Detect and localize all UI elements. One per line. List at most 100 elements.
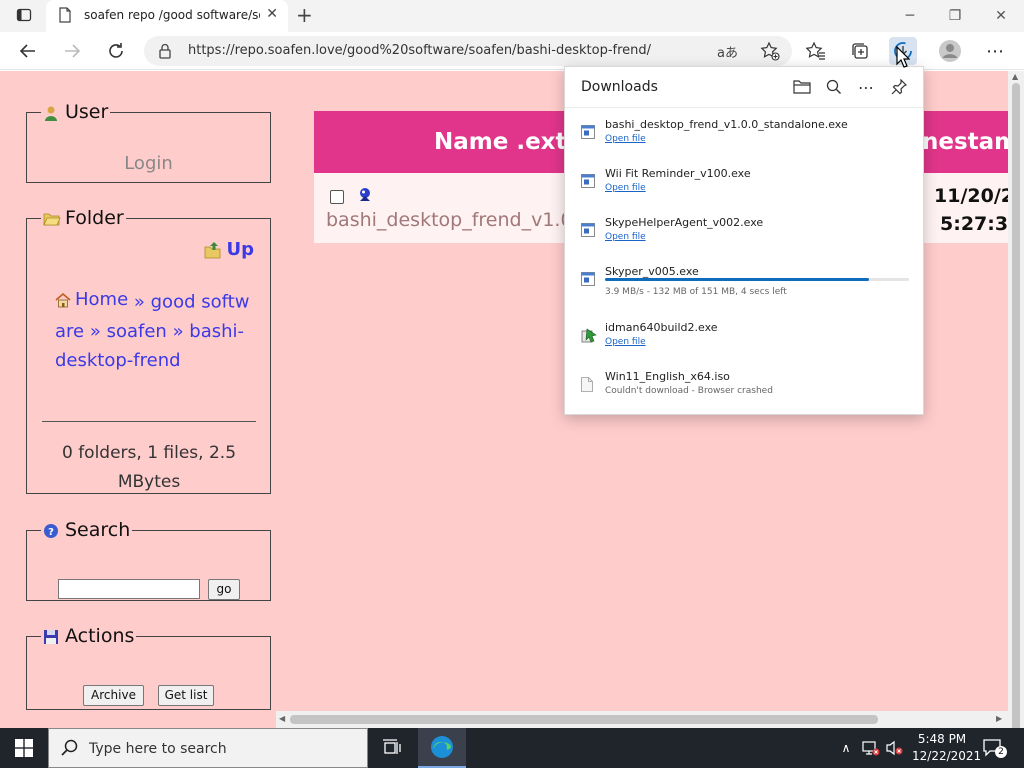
download-item-failed[interactable]: Win11_English_x64.iso Couldn't download … bbox=[565, 369, 923, 417]
search-icon[interactable] bbox=[824, 77, 844, 97]
windows-start-icon[interactable] bbox=[0, 728, 48, 768]
network-icon[interactable] bbox=[860, 728, 882, 768]
user-panel: User Login bbox=[26, 101, 271, 183]
open-folder-icon[interactable] bbox=[792, 77, 812, 97]
task-view-icon[interactable] bbox=[368, 728, 416, 768]
url-text[interactable]: https://repo.soafen.love/good%20software… bbox=[188, 43, 651, 58]
folder-panel: Folder Up Home » good software » soafen … bbox=[26, 207, 271, 494]
executable-file-icon bbox=[356, 186, 374, 208]
read-aloud-icon[interactable]: aあ bbox=[717, 42, 738, 61]
file-date: 11/20/20 bbox=[934, 185, 1008, 207]
notification-count-badge: 2 bbox=[995, 746, 1007, 758]
close-window-icon[interactable]: ✕ bbox=[987, 5, 1015, 27]
installer-file-icon bbox=[581, 328, 597, 348]
download-file-name: idman640build2.exe bbox=[605, 321, 718, 334]
new-tab-icon[interactable]: + bbox=[296, 3, 313, 27]
taskbar-search-placeholder[interactable]: Type here to search bbox=[89, 741, 227, 757]
scroll-up-icon[interactable]: ▲ bbox=[1012, 72, 1018, 81]
get-list-button[interactable]: Get list bbox=[158, 685, 214, 706]
folder-legend: Folder bbox=[41, 207, 126, 229]
download-item[interactable]: SkypeHelperAgent_v002.exe Open file bbox=[565, 215, 923, 263]
download-item[interactable]: Wii Fit Reminder_v100.exe Open file bbox=[565, 166, 923, 214]
user-icon bbox=[43, 104, 59, 121]
page-icon bbox=[58, 7, 76, 25]
up-link[interactable]: Up bbox=[204, 239, 254, 260]
lock-icon[interactable] bbox=[158, 43, 172, 63]
folder-up-icon bbox=[205, 241, 221, 258]
column-header-timestamp[interactable]: nestamp bbox=[922, 129, 1008, 155]
forward-icon[interactable] bbox=[61, 40, 83, 62]
system-clock[interactable]: 5:48 PM 12/22/2021 bbox=[912, 731, 982, 765]
column-header-name[interactable]: Name .exte bbox=[434, 129, 582, 155]
address-bar[interactable]: https://repo.soafen.love/good%20software… bbox=[144, 36, 792, 66]
restore-icon[interactable]: ❐ bbox=[941, 5, 969, 27]
download-item-in-progress[interactable]: Skyper_v005.exe 3.9 MB/s - 132 MB of 151… bbox=[565, 264, 923, 312]
download-file-name: SkypeHelperAgent_v002.exe bbox=[605, 216, 764, 229]
search-input[interactable] bbox=[58, 579, 200, 599]
volume-muted-icon[interactable] bbox=[884, 728, 906, 768]
scroll-left-icon[interactable]: ◀ bbox=[279, 714, 285, 723]
mouse-cursor-icon bbox=[896, 45, 911, 72]
search-panel: ? Search go bbox=[26, 519, 271, 601]
minimize-icon[interactable]: ─ bbox=[896, 5, 924, 27]
login-link[interactable]: Login bbox=[27, 153, 270, 174]
vertical-scrollbar[interactable]: ▲ bbox=[1008, 71, 1024, 731]
vertical-scroll-thumb[interactable] bbox=[1012, 83, 1020, 731]
downloads-panel: Downloads ⋯ bashi_desktop_frend_v1.0.0_s… bbox=[564, 66, 924, 415]
archive-button[interactable]: Archive bbox=[83, 685, 144, 706]
actions-legend-label: Actions bbox=[65, 625, 135, 647]
download-progress-fill bbox=[605, 278, 870, 281]
notification-center-icon[interactable]: 2 bbox=[980, 728, 1007, 768]
download-file-name: bashi_desktop_frend_v1.0.0_standalone.ex… bbox=[605, 118, 848, 131]
taskbar-search-box[interactable]: Type here to search bbox=[48, 728, 368, 768]
breadcrumb-item-soafen[interactable]: » soafen bbox=[90, 321, 167, 342]
breadcrumb: Home » good software » soafen » bashi-de… bbox=[55, 285, 255, 375]
browser-tab[interactable]: soafen repo /good software/soa ✕ bbox=[46, 0, 288, 32]
folder-open-icon bbox=[43, 210, 61, 226]
downloads-header-divider bbox=[565, 107, 923, 108]
breadcrumb-home[interactable]: Home bbox=[55, 285, 128, 314]
pin-icon[interactable] bbox=[889, 77, 909, 97]
taskbar: Type here to search ∧ 5:48 PM 12/22/2021… bbox=[0, 728, 1024, 768]
user-legend-label: User bbox=[65, 101, 109, 123]
collections-icon[interactable] bbox=[846, 37, 874, 65]
breadcrumb-home-label[interactable]: Home bbox=[75, 285, 128, 314]
up-label[interactable]: Up bbox=[226, 239, 254, 260]
search-legend: ? Search bbox=[41, 519, 132, 541]
edge-browser-icon[interactable] bbox=[418, 728, 466, 768]
favorites-icon[interactable] bbox=[802, 37, 830, 65]
open-file-link[interactable]: Open file bbox=[605, 232, 646, 242]
search-icon bbox=[61, 739, 79, 761]
row-checkbox[interactable] bbox=[330, 190, 344, 204]
open-file-link[interactable]: Open file bbox=[605, 183, 646, 193]
download-item[interactable]: idman640build2.exe Open file bbox=[565, 320, 923, 368]
profile-avatar[interactable] bbox=[936, 37, 964, 65]
clock-time: 5:48 PM bbox=[917, 732, 967, 746]
floppy-disk-icon bbox=[43, 628, 59, 644]
download-file-name: Win11_English_x64.iso bbox=[605, 370, 730, 383]
refresh-icon[interactable] bbox=[105, 40, 127, 62]
add-favorite-icon[interactable] bbox=[760, 41, 780, 65]
more-options-icon[interactable]: ⋯ bbox=[856, 77, 876, 97]
open-file-link[interactable]: Open file bbox=[605, 337, 646, 347]
scroll-right-icon[interactable]: ▶ bbox=[996, 714, 1002, 723]
download-item[interactable]: bashi_desktop_frend_v1.0.0_standalone.ex… bbox=[565, 117, 923, 165]
user-legend: User bbox=[41, 101, 110, 123]
clock-date: 12/22/2021 bbox=[912, 749, 982, 763]
show-hidden-icons[interactable]: ∧ bbox=[836, 728, 856, 768]
folder-stats: 0 folders, 1 files, 2.5 MBytes bbox=[61, 443, 237, 492]
horizontal-scroll-thumb[interactable] bbox=[290, 715, 878, 724]
back-icon[interactable] bbox=[17, 40, 39, 62]
blank-file-icon bbox=[581, 377, 593, 396]
more-options-icon[interactable]: ⋯ bbox=[981, 37, 1009, 65]
panel-divider bbox=[42, 421, 256, 422]
page-bottom-left bbox=[0, 711, 276, 728]
horizontal-scrollbar[interactable]: ◀ ▶ bbox=[276, 711, 1008, 728]
file-name-link[interactable]: bashi_desktop_frend_v1.0 bbox=[326, 209, 573, 231]
tab-actions-icon[interactable] bbox=[16, 7, 34, 25]
open-file-link[interactable]: Open file bbox=[605, 134, 646, 144]
svg-text:?: ? bbox=[48, 527, 54, 538]
go-button[interactable]: go bbox=[208, 579, 240, 600]
download-progress-bar bbox=[605, 278, 909, 281]
close-tab-icon[interactable]: ✕ bbox=[266, 6, 278, 22]
